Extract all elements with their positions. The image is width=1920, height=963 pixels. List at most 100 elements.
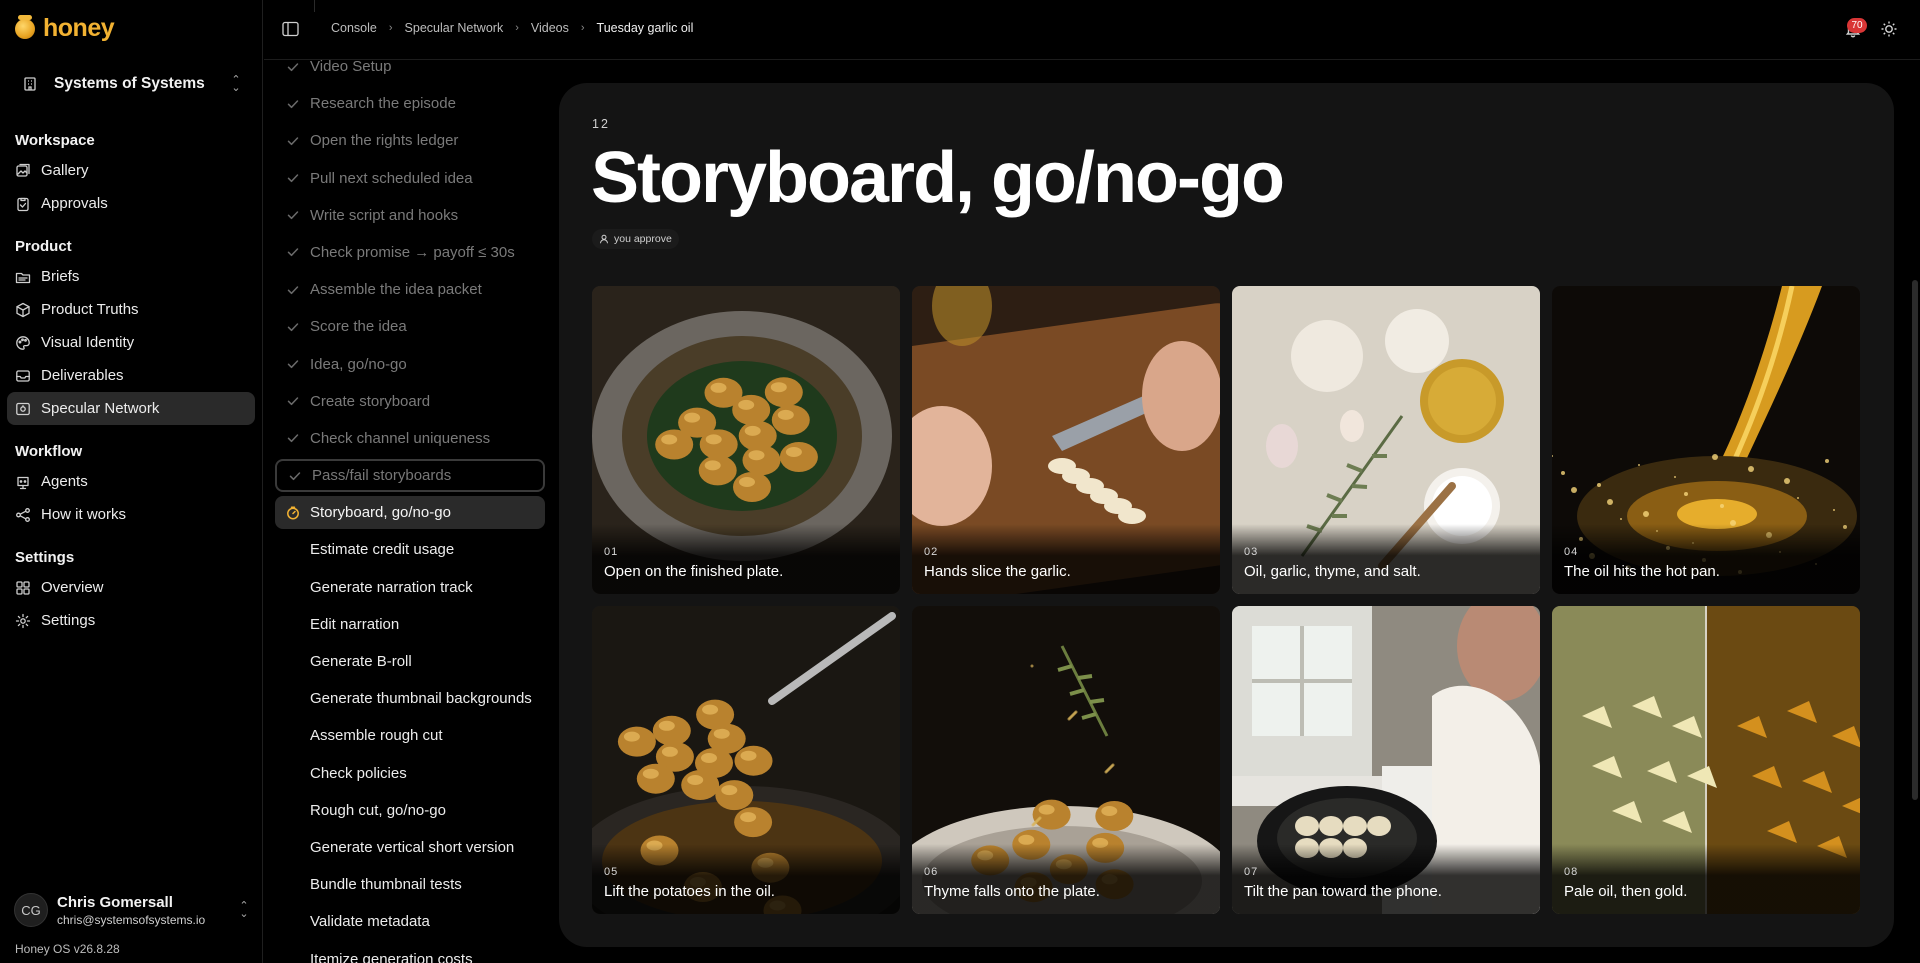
storyboard-frame[interactable]: 07 Tilt the pan toward the phone. bbox=[1232, 606, 1540, 914]
workflow-step[interactable]: Check policies bbox=[275, 757, 545, 790]
workflow-step[interactable]: Generate B-roll bbox=[275, 645, 545, 678]
nav-group-heading: Product bbox=[15, 238, 72, 255]
sidebar-item-visual-identity[interactable]: Visual Identity bbox=[7, 326, 255, 359]
frame-number: 01 bbox=[604, 546, 619, 558]
workflow-step-label: Assemble rough cut bbox=[310, 727, 443, 745]
sidebar-item-agents[interactable]: Agents bbox=[7, 465, 255, 498]
workflow-step[interactable]: Open the rights ledger bbox=[275, 124, 545, 157]
workflow-step[interactable]: Idea, go/no-go bbox=[275, 348, 545, 381]
workflow-step[interactable]: Pull next scheduled idea bbox=[275, 162, 545, 195]
storyboard-frame[interactable]: 03 Oil, garlic, thyme, and salt. bbox=[1232, 286, 1540, 594]
workflow-step[interactable]: Score the idea bbox=[275, 310, 545, 343]
workflow-step[interactable]: Generate thumbnail backgrounds bbox=[275, 682, 545, 715]
workflow-step[interactable]: Validate metadata bbox=[275, 905, 545, 938]
sidebar-item-label: Overview bbox=[41, 579, 104, 596]
workflow-step[interactable]: Bundle thumbnail tests bbox=[275, 868, 545, 901]
user-icon bbox=[600, 234, 608, 244]
screen-icon bbox=[16, 402, 30, 415]
workflow-step[interactable]: Itemize generation costs bbox=[275, 943, 545, 963]
sidebar-item-gallery[interactable]: Gallery bbox=[7, 154, 255, 187]
breadcrumb-item[interactable]: Videos bbox=[531, 21, 569, 35]
sidebar-item-product-truths[interactable]: Product Truths bbox=[7, 293, 255, 326]
check-icon bbox=[287, 397, 299, 406]
frame-number: 04 bbox=[1564, 546, 1579, 558]
sidebar-item-specular-network[interactable]: Specular Network bbox=[7, 392, 255, 425]
check-icon bbox=[287, 211, 299, 220]
building-icon bbox=[24, 77, 36, 91]
divider bbox=[314, 0, 315, 12]
storyboard-frame[interactable]: 04 The oil hits the hot pan. bbox=[1552, 286, 1860, 594]
sidebar-item-settings[interactable]: Settings bbox=[7, 604, 255, 637]
sidebar-toggle-icon[interactable] bbox=[282, 21, 299, 37]
nav-group-heading: Settings bbox=[15, 549, 75, 566]
storyboard-frame[interactable]: 05 Lift the potatoes in the oil. bbox=[592, 606, 900, 914]
storyboard-frame[interactable]: 06 Thyme falls onto the plate. bbox=[912, 606, 1220, 914]
frame-number: 05 bbox=[604, 866, 619, 878]
nav-group-heading: Workspace bbox=[15, 132, 95, 149]
app-logo[interactable]: honey bbox=[15, 14, 115, 43]
workflow-step-label: Edit narration bbox=[310, 615, 400, 633]
scrollbar[interactable] bbox=[1912, 280, 1918, 800]
org-switcher[interactable]: Systems of Systems ⌃ ⌄ bbox=[12, 66, 252, 102]
gallery-icon bbox=[16, 163, 30, 177]
sidebar-item-briefs[interactable]: Briefs bbox=[7, 260, 255, 293]
breadcrumb-item[interactable]: Specular Network bbox=[405, 21, 504, 35]
step-number: 12 bbox=[592, 117, 610, 131]
check-icon bbox=[287, 285, 299, 294]
workflow-step-label: Research the episode bbox=[310, 95, 456, 113]
workflow-step-label: Pass/fail storyboards bbox=[312, 467, 452, 485]
approver-badge: you approve bbox=[592, 229, 679, 249]
sun-icon[interactable] bbox=[1880, 20, 1898, 38]
user-email: chris@systemsofsystems.io bbox=[57, 912, 206, 927]
storyboard-frame[interactable]: 02 Hands slice the garlic. bbox=[912, 286, 1220, 594]
frame-caption: Pale oil, then gold. bbox=[1564, 883, 1688, 900]
workflow-step-label: Rough cut, go/no-go bbox=[310, 801, 446, 819]
workflow-step[interactable]: Pass/fail storyboards bbox=[275, 459, 545, 493]
sidebar-item-deliverables[interactable]: Deliverables bbox=[7, 359, 255, 392]
check-icon bbox=[287, 360, 299, 369]
user-menu[interactable]: CG Chris Gomersall chris@systemsofsystem… bbox=[14, 890, 250, 930]
storyboard-frame[interactable]: 01 Open on the finished plate. bbox=[592, 286, 900, 594]
sidebar-item-approvals[interactable]: Approvals bbox=[7, 187, 255, 220]
workflow-step[interactable]: Estimate credit usage bbox=[275, 533, 545, 566]
workflow-step[interactable]: Generate narration track bbox=[275, 571, 545, 604]
workflow-step[interactable]: Edit narration bbox=[275, 608, 545, 641]
frame-number: 07 bbox=[1244, 866, 1259, 878]
workflow-step[interactable]: Check channel uniqueness bbox=[275, 422, 545, 455]
user-name: Chris Gomersall bbox=[57, 893, 173, 911]
workflow-step-label: Video Setup bbox=[310, 58, 392, 75]
workflow-step[interactable]: Assemble the idea packet bbox=[275, 273, 545, 306]
check-icon bbox=[287, 62, 299, 71]
breadcrumb-item[interactable]: Console bbox=[331, 21, 377, 35]
nav-group-heading: Workflow bbox=[15, 443, 83, 460]
workflow-step-label: Generate B-roll bbox=[310, 653, 412, 670]
clipboard-check-icon bbox=[17, 197, 29, 211]
workflow-step-label: Check promise → payoff ≤ 30s bbox=[310, 243, 515, 261]
sidebar-item-overview[interactable]: Overview bbox=[7, 571, 255, 604]
flow-icon bbox=[16, 507, 30, 522]
frame-caption: Open on the finished plate. bbox=[604, 563, 784, 580]
workflow-step[interactable]: Assemble rough cut bbox=[275, 719, 545, 752]
org-name: Systems of Systems bbox=[54, 75, 205, 92]
storyboard-frame[interactable]: 08 Pale oil, then gold. bbox=[1552, 606, 1860, 914]
app-version: Honey OS v26.8.28 bbox=[15, 942, 120, 956]
sidebar-item-label: Specular Network bbox=[41, 400, 160, 417]
sidebar-item-how-it-works[interactable]: How it works bbox=[7, 498, 255, 531]
workflow-step[interactable]: Research the episode bbox=[275, 87, 545, 120]
workflow-step[interactable]: Write script and hooks bbox=[275, 199, 545, 232]
sidebar-item-label: Visual Identity bbox=[41, 334, 135, 351]
frame-caption: Tilt the pan toward the phone. bbox=[1244, 883, 1442, 900]
grid-icon bbox=[16, 580, 30, 595]
workflow-step-label: Pull next scheduled idea bbox=[310, 169, 473, 187]
workflow-step-label: Write script and hooks bbox=[310, 206, 459, 224]
workflow-step[interactable]: Create storyboard bbox=[275, 385, 545, 418]
sidebar: honey Systems of Systems ⌃ ⌄ Workspace Gal… bbox=[0, 0, 263, 963]
workflow-step[interactable]: Rough cut, go/no-go bbox=[275, 794, 545, 827]
workflow-step[interactable]: Check promise → payoff ≤ 30s bbox=[275, 236, 545, 269]
workflow-step[interactable]: Storyboard, go/no-go bbox=[275, 496, 545, 530]
frame-caption-overlay bbox=[912, 844, 1220, 914]
sidebar-item-label: Briefs bbox=[41, 268, 80, 285]
workflow-step-label: Generate thumbnail backgrounds bbox=[310, 690, 532, 708]
workflow-step-label: Storyboard, go/no-go bbox=[310, 504, 451, 522]
workflow-step[interactable]: Generate vertical short version bbox=[275, 831, 545, 864]
